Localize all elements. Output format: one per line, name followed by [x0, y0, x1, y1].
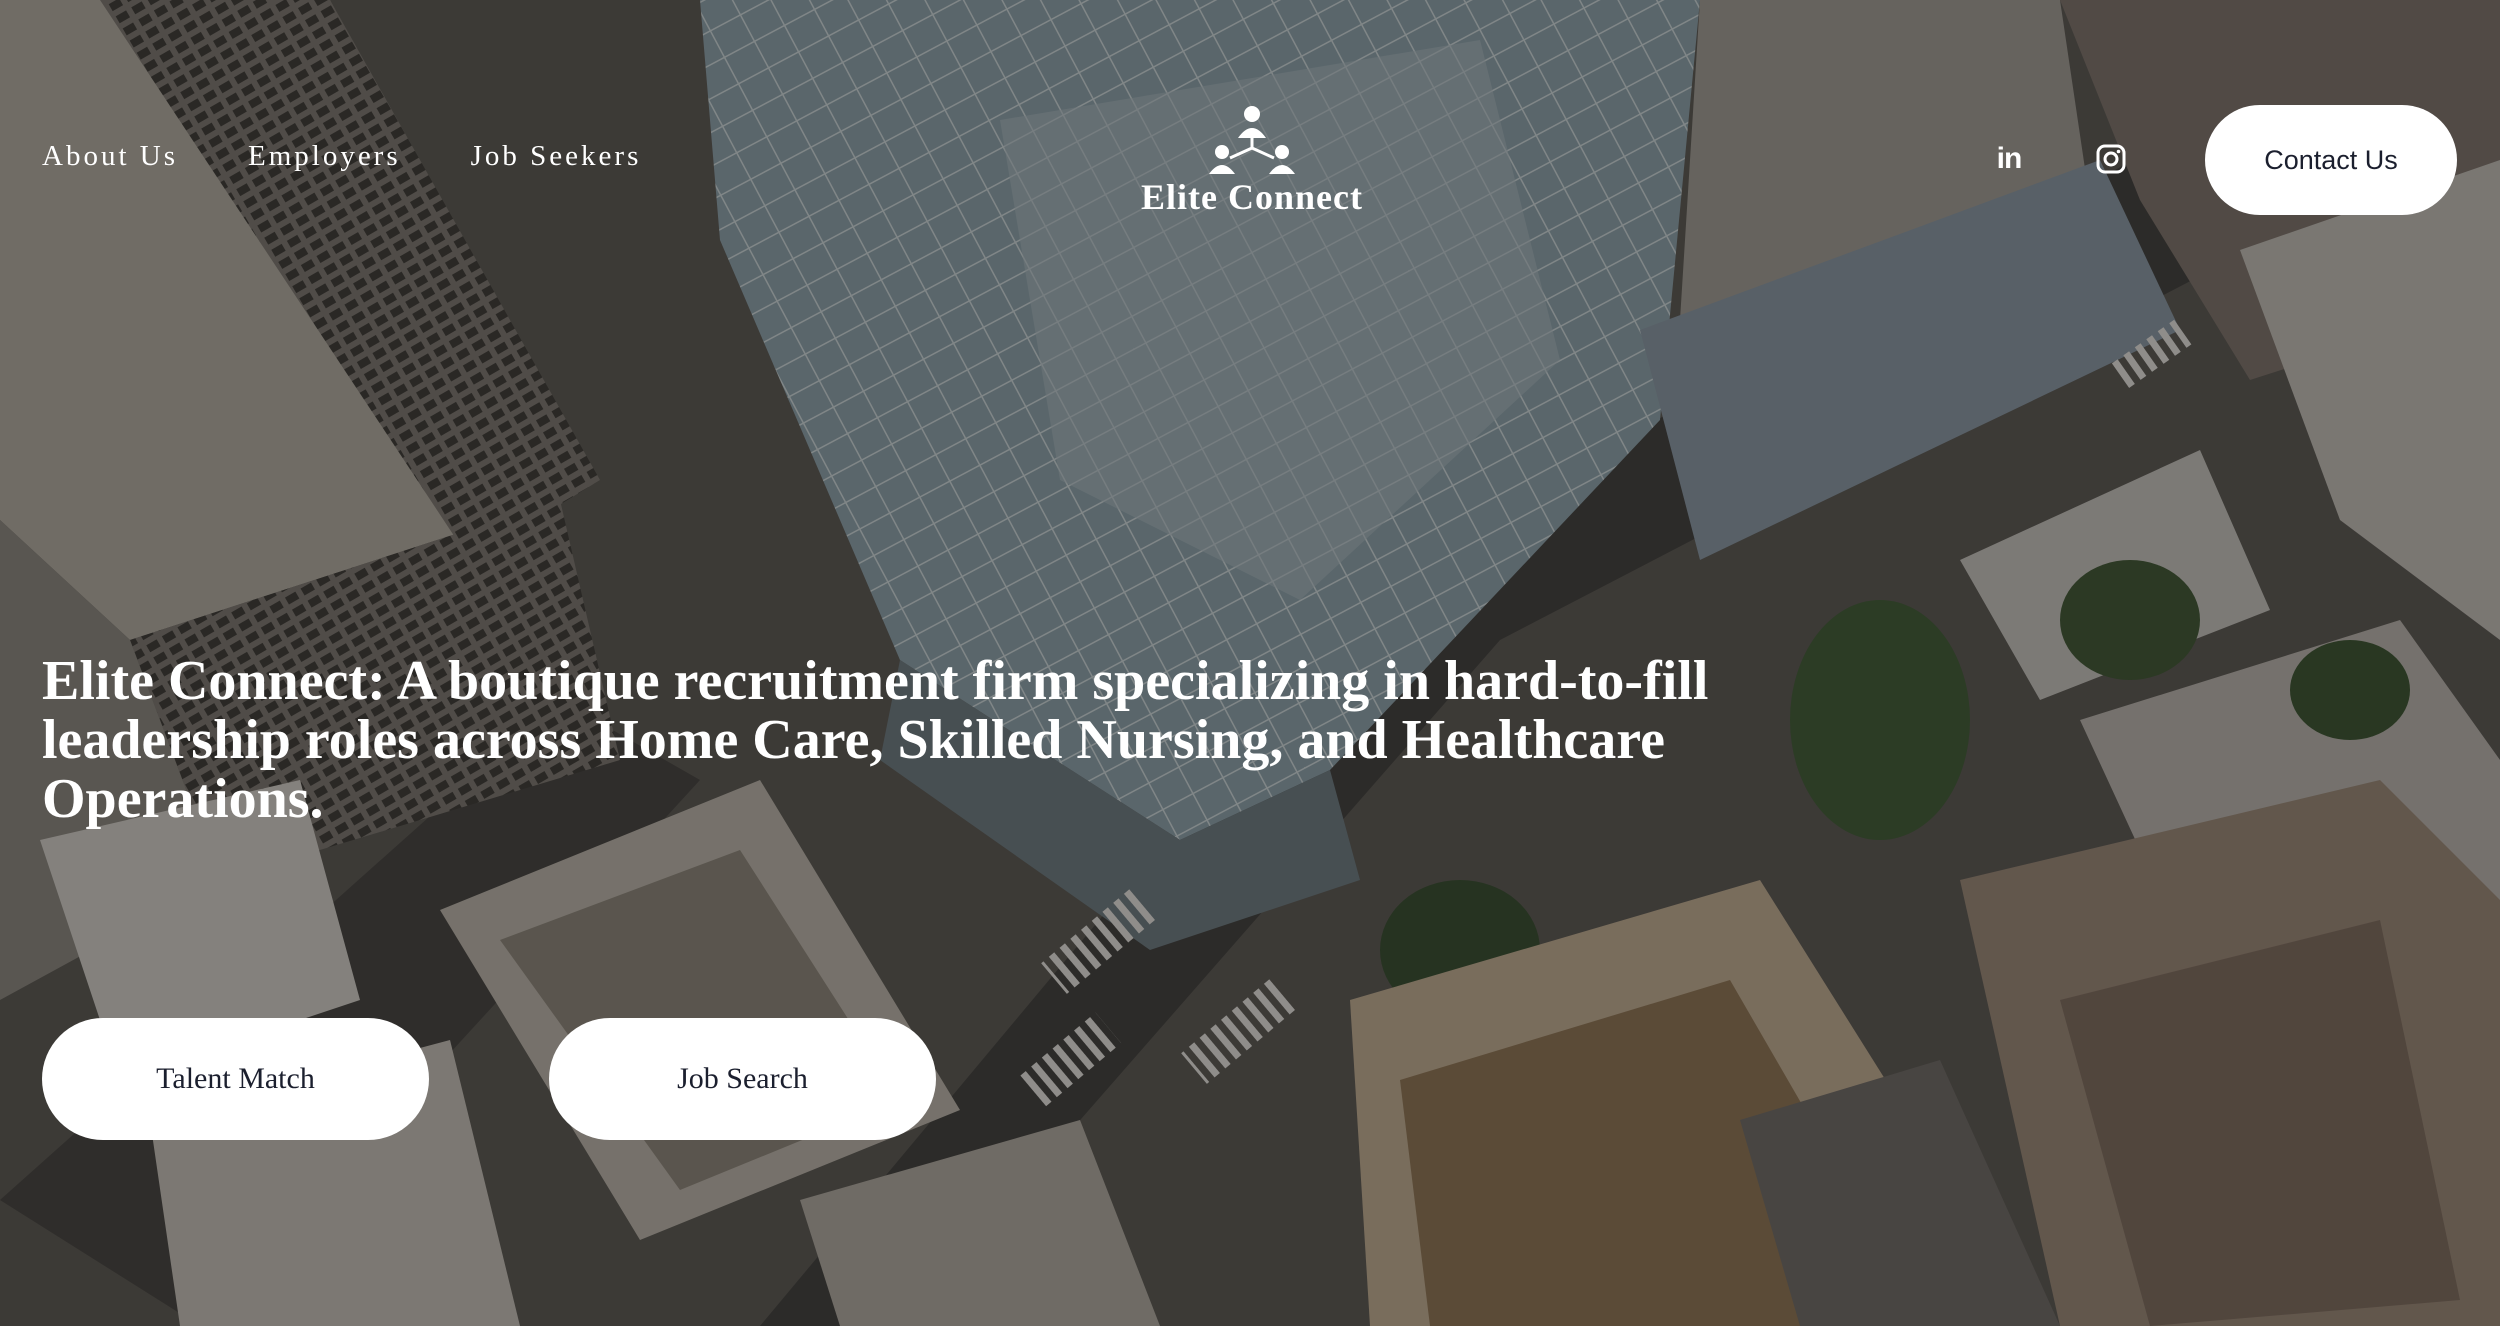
three-people-network-icon	[1137, 104, 1367, 178]
job-search-button[interactable]: Job Search	[549, 1018, 936, 1140]
logo-text: Elite Connect	[1141, 177, 1363, 217]
linkedin-icon[interactable]: in	[1988, 138, 2030, 180]
contact-us-button[interactable]: Contact Us	[2205, 105, 2457, 215]
site-logo[interactable]: Elite Connect	[1137, 104, 1367, 218]
instagram-icon[interactable]	[2090, 138, 2132, 180]
linkedin-icon-glyph: in	[1996, 142, 2023, 175]
main-nav: About Us Employers Job Seekers	[42, 140, 641, 173]
site-header: About Us Employers Job Seekers Elite Con…	[0, 0, 2500, 320]
hero-headline: Elite Connect: A boutique recruitment fi…	[42, 650, 1709, 830]
nav-item-employers[interactable]: Employers	[248, 140, 401, 173]
nav-item-job-seekers[interactable]: Job Seekers	[471, 140, 642, 173]
talent-match-button[interactable]: Talent Match	[42, 1018, 429, 1140]
nav-item-about-us[interactable]: About Us	[42, 140, 178, 173]
